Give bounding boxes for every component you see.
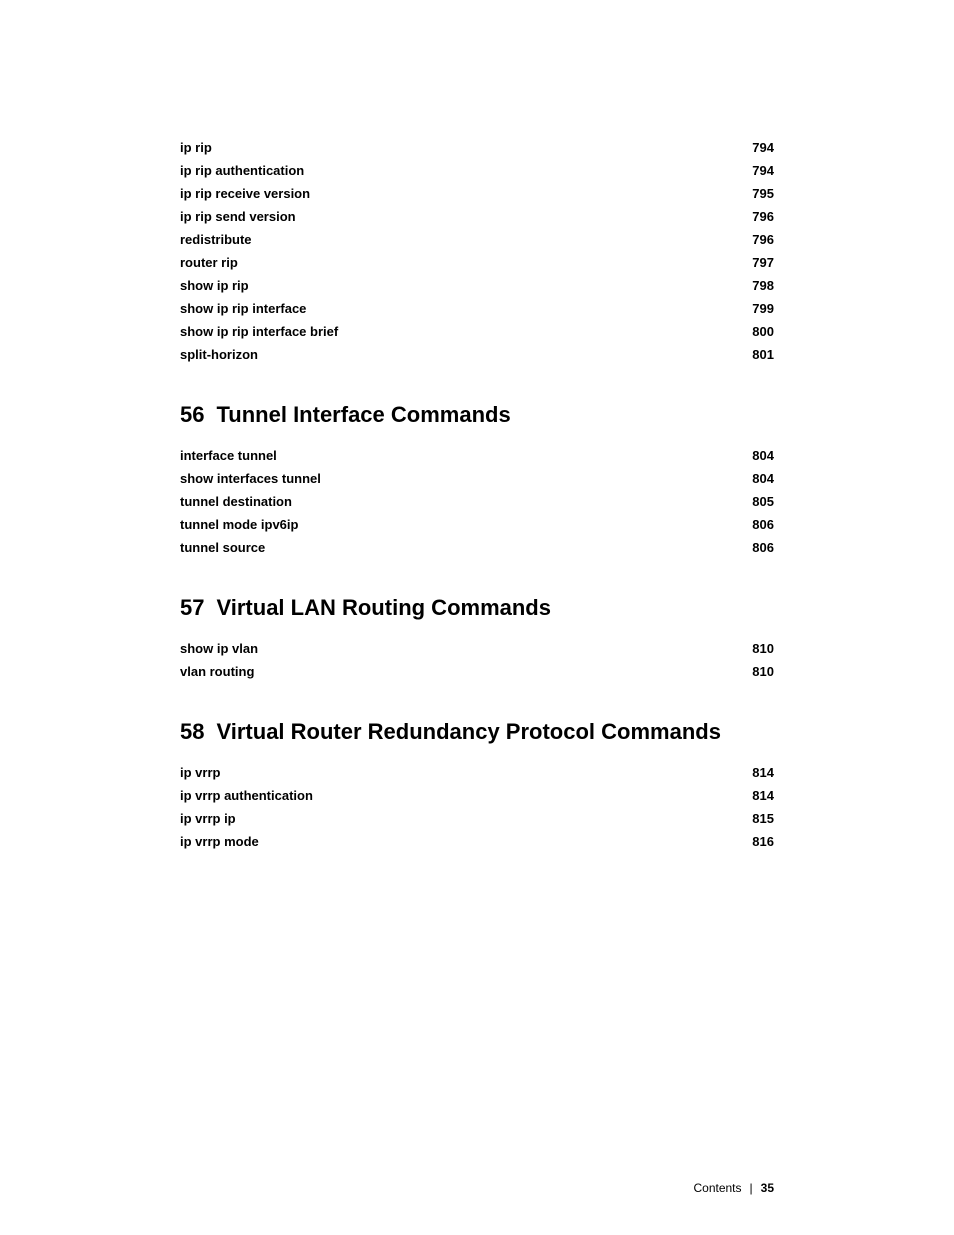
toc-entry-label: show ip rip interface — [180, 301, 306, 316]
toc-entry-page: 801 — [744, 347, 774, 362]
toc-entry-label: ip rip send version — [180, 209, 296, 224]
section-header: 57 Virtual LAN Routing Commands — [180, 595, 774, 621]
toc-entry-label: ip vrrp mode — [180, 834, 259, 849]
section-title: Tunnel Interface Commands — [216, 402, 510, 428]
toc-entry-label: show ip vlan — [180, 641, 258, 656]
toc-entry-page: 794 — [744, 140, 774, 155]
toc-entry-page: 800 — [744, 324, 774, 339]
page: ip rip 794 ip rip authentication 794 ip … — [0, 0, 954, 1235]
toc-entry-label: ip rip — [180, 140, 212, 155]
toc-entry-page: 804 — [744, 471, 774, 486]
section-entries: show ip vlan 810 vlan routing 810 — [180, 641, 774, 679]
toc-entry-label: show ip rip interface brief — [180, 324, 338, 339]
toc-entry-page: 794 — [744, 163, 774, 178]
toc-entry-label: show ip rip — [180, 278, 249, 293]
toc-entry-label: tunnel destination — [180, 494, 292, 509]
toc-entry-label: interface tunnel — [180, 448, 277, 463]
toc-entry-page: 797 — [744, 255, 774, 270]
toc-entry-page: 796 — [744, 232, 774, 247]
toc-entry-label: ip rip authentication — [180, 163, 304, 178]
toc-entry-page: 815 — [744, 811, 774, 826]
section-entries: ip vrrp 814 ip vrrp authentication 814 i… — [180, 765, 774, 849]
toc-entry: split-horizon 801 — [180, 347, 774, 362]
footer: Contents | 35 — [693, 1181, 774, 1195]
sections-container: 56 Tunnel Interface Commands interface t… — [180, 402, 774, 849]
toc-entry: router rip 797 — [180, 255, 774, 270]
toc-entry: show ip rip interface 799 — [180, 301, 774, 316]
toc-entry-label: tunnel source — [180, 540, 265, 555]
section-header: 56 Tunnel Interface Commands — [180, 402, 774, 428]
toc-entry: redistribute 796 — [180, 232, 774, 247]
section-entries: interface tunnel 804 show interfaces tun… — [180, 448, 774, 555]
toc-entry: ip rip receive version 795 — [180, 186, 774, 201]
section-title: Virtual Router Redundancy Protocol Comma… — [216, 719, 720, 745]
toc-entry-label: split-horizon — [180, 347, 258, 362]
toc-entry: ip vrrp ip 815 — [180, 811, 774, 826]
toc-entry: ip rip 794 — [180, 140, 774, 155]
toc-entry-label: router rip — [180, 255, 238, 270]
toc-entry-page: 810 — [744, 664, 774, 679]
toc-entry-label: redistribute — [180, 232, 252, 247]
toc-entry: show ip rip 798 — [180, 278, 774, 293]
toc-entry-page: 814 — [744, 765, 774, 780]
toc-entry-page: 799 — [744, 301, 774, 316]
toc-entry-page: 814 — [744, 788, 774, 803]
toc-entry: tunnel source 806 — [180, 540, 774, 555]
toc-entry: ip vrrp authentication 814 — [180, 788, 774, 803]
section-number: 58 — [180, 719, 204, 745]
toc-entry: show ip rip interface brief 800 — [180, 324, 774, 339]
section-title: Virtual LAN Routing Commands — [216, 595, 551, 621]
toc-entry-page: 806 — [744, 540, 774, 555]
toc-entry-page: 804 — [744, 448, 774, 463]
toc-entry-label: ip vrrp ip — [180, 811, 236, 826]
toc-entry: tunnel destination 805 — [180, 494, 774, 509]
toc-entry: ip vrrp mode 816 — [180, 834, 774, 849]
toc-entry: ip rip authentication 794 — [180, 163, 774, 178]
toc-entry: show ip vlan 810 — [180, 641, 774, 656]
toc-entry-label: show interfaces tunnel — [180, 471, 321, 486]
footer-page: 35 — [761, 1181, 774, 1195]
toc-entry: ip vrrp 814 — [180, 765, 774, 780]
toc-entry: ip rip send version 796 — [180, 209, 774, 224]
toc-entry-page: 816 — [744, 834, 774, 849]
toc-entry: show interfaces tunnel 804 — [180, 471, 774, 486]
toc-entry-page: 798 — [744, 278, 774, 293]
toc-entry: vlan routing 810 — [180, 664, 774, 679]
footer-separator: | — [750, 1181, 753, 1195]
toc-entry: interface tunnel 804 — [180, 448, 774, 463]
toc-entry-label: tunnel mode ipv6ip — [180, 517, 298, 532]
toc-entry-page: 806 — [744, 517, 774, 532]
toc-entry-page: 805 — [744, 494, 774, 509]
top-entries: ip rip 794 ip rip authentication 794 ip … — [180, 140, 774, 362]
section: 56 Tunnel Interface Commands interface t… — [180, 402, 774, 555]
toc-entry-label: ip vrrp authentication — [180, 788, 313, 803]
toc-entry-label: ip vrrp — [180, 765, 220, 780]
toc-entry-page: 795 — [744, 186, 774, 201]
section-header: 58 Virtual Router Redundancy Protocol Co… — [180, 719, 774, 745]
toc-entry: tunnel mode ipv6ip 806 — [180, 517, 774, 532]
toc-entry-page: 796 — [744, 209, 774, 224]
section: 57 Virtual LAN Routing Commands show ip … — [180, 595, 774, 679]
toc-entry-page: 810 — [744, 641, 774, 656]
footer-label: Contents — [693, 1181, 741, 1195]
section-number: 57 — [180, 595, 204, 621]
section: 58 Virtual Router Redundancy Protocol Co… — [180, 719, 774, 849]
section-number: 56 — [180, 402, 204, 428]
toc-entry-label: ip rip receive version — [180, 186, 310, 201]
toc-entry-label: vlan routing — [180, 664, 254, 679]
